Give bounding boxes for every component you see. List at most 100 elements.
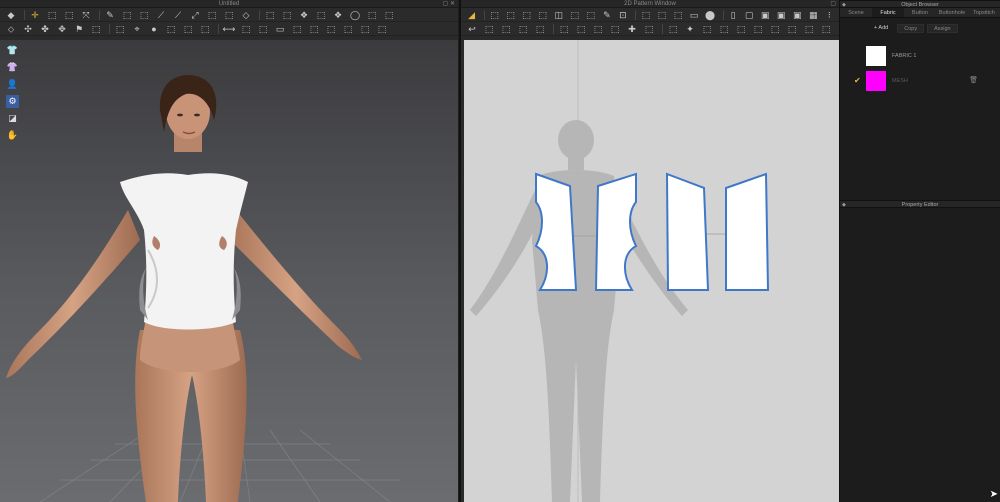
2d-row1-tool-3-icon[interactable]: ⬚ xyxy=(504,9,517,21)
3d-row2-tool-19-icon[interactable]: ⬚ xyxy=(324,23,338,35)
2d-row2-tool-2-icon[interactable]: ⬚ xyxy=(482,23,496,35)
2d-window-controls[interactable]: ▢ xyxy=(830,0,836,8)
3d-row2-tool-17-icon[interactable]: ⬚ xyxy=(290,23,304,35)
3d-window-controls[interactable]: ▢ ✕ xyxy=(443,0,455,8)
3d-row2-tool-21-icon[interactable]: ⬚ xyxy=(358,23,372,35)
2d-row2-tool-13-icon[interactable]: ✦ xyxy=(683,23,697,35)
2d-row2-tool-19-icon[interactable]: ⬚ xyxy=(785,23,799,35)
3d-row2-tool-4-icon[interactable]: ✥ xyxy=(55,23,69,35)
2d-row2-tool-3-icon[interactable]: ⬚ xyxy=(499,23,513,35)
avatar-tool-1-icon[interactable]: 👕 xyxy=(6,44,19,57)
2d-row2-tool-20-icon[interactable]: ⬚ xyxy=(802,23,816,35)
2d-row1-tool-14-icon[interactable]: ▭ xyxy=(687,9,700,21)
3d-row2-tool-11-icon[interactable]: ⬚ xyxy=(181,23,195,35)
2d-row2-tool-14-icon[interactable]: ⬚ xyxy=(700,23,714,35)
pattern-piece-back-right[interactable] xyxy=(725,172,770,291)
3d-row1-tool-19-icon[interactable]: ❖ xyxy=(331,9,345,21)
copy-fabric-button[interactable]: Copy xyxy=(897,24,925,33)
fabric-swatch[interactable] xyxy=(866,46,886,66)
2d-row1-tool-8-icon[interactable]: ⬚ xyxy=(584,9,597,21)
2d-row1-tool-11-icon[interactable]: ⬚ xyxy=(639,9,652,21)
3d-row1-tool-5-icon[interactable]: ⤧ xyxy=(79,9,93,21)
2d-row1-tool-1-icon[interactable]: ◢ xyxy=(465,9,478,21)
3d-row1-tool-22-icon[interactable]: ⬚ xyxy=(382,9,396,21)
3d-row1-tool-16-icon[interactable]: ⬚ xyxy=(280,9,294,21)
avatar-tool-4-icon[interactable]: ⚙ xyxy=(6,95,19,108)
3d-row1-tool-1-icon[interactable]: ◆ xyxy=(4,9,18,21)
2d-row1-tool-13-icon[interactable]: ⬚ xyxy=(671,9,684,21)
3d-row2-tool-15-icon[interactable]: ⬚ xyxy=(256,23,270,35)
3d-row1-tool-17-icon[interactable]: ❖ xyxy=(297,9,311,21)
3d-row2-tool-9-icon[interactable]: ● xyxy=(147,23,161,35)
2d-row1-tool-17-icon[interactable]: ▢ xyxy=(743,9,756,21)
3d-row2-tool-1-icon[interactable]: ⬦ xyxy=(4,23,18,35)
2d-row2-tool-6-icon[interactable]: ⬚ xyxy=(557,23,571,35)
add-fabric-button[interactable]: + Add xyxy=(868,24,894,33)
3d-row2-tool-10-icon[interactable]: ⬚ xyxy=(164,23,178,35)
2d-row1-tool-21-icon[interactable]: ▦ xyxy=(807,9,820,21)
3d-row1-tool-21-icon[interactable]: ⬚ xyxy=(365,9,379,21)
2d-row2-tool-9-icon[interactable]: ⬚ xyxy=(608,23,622,35)
2d-row2-tool-7-icon[interactable]: ⬚ xyxy=(574,23,588,35)
2d-row2-tool-10-icon[interactable]: ✚ xyxy=(625,23,639,35)
2d-row1-tool-12-icon[interactable]: ⬚ xyxy=(655,9,668,21)
2d-row1-tool-6-icon[interactable]: ◫ xyxy=(552,9,565,21)
2d-row2-tool-17-icon[interactable]: ⬚ xyxy=(751,23,765,35)
2d-row2-tool-15-icon[interactable]: ⬚ xyxy=(717,23,731,35)
2d-row2-tool-4-icon[interactable]: ⬚ xyxy=(516,23,530,35)
2d-row1-tool-5-icon[interactable]: ⬚ xyxy=(536,9,549,21)
tab-buttonhole[interactable]: Buttonhole xyxy=(936,8,968,17)
3d-row2-tool-14-icon[interactable]: ⬚ xyxy=(239,23,253,35)
3d-row2-tool-20-icon[interactable]: ⬚ xyxy=(341,23,355,35)
tab-fabric[interactable]: Fabric xyxy=(872,8,904,17)
3d-row2-tool-18-icon[interactable]: ⬚ xyxy=(307,23,321,35)
2d-row2-tool-11-icon[interactable]: ⬚ xyxy=(642,23,656,35)
2d-row1-tool-22-icon[interactable]: ⁝ xyxy=(823,9,836,21)
3d-row2-tool-6-icon[interactable]: ⬚ xyxy=(89,23,103,35)
2d-row2-tool-12-icon[interactable]: ⬚ xyxy=(666,23,680,35)
tab-topstitch[interactable]: Topstitch xyxy=(968,8,1000,17)
2d-row1-tool-19-icon[interactable]: ▣ xyxy=(775,9,788,21)
trash-icon[interactable]: 🗑 xyxy=(969,76,978,84)
2d-row2-tool-5-icon[interactable]: ⬚ xyxy=(533,23,547,35)
3d-row1-tool-11-icon[interactable]: ⤢ xyxy=(188,9,202,21)
2d-row1-tool-2-icon[interactable]: ⬚ xyxy=(488,9,501,21)
3d-row2-tool-5-icon[interactable]: ⚑ xyxy=(72,23,86,35)
2d-row2-tool-21-icon[interactable]: ⬚ xyxy=(819,23,833,35)
3d-row1-tool-15-icon[interactable]: ⬚ xyxy=(263,9,277,21)
3d-row2-tool-2-icon[interactable]: ✣ xyxy=(21,23,35,35)
2d-row1-tool-7-icon[interactable]: ⬚ xyxy=(568,9,581,21)
2d-row2-tool-8-icon[interactable]: ⬚ xyxy=(591,23,605,35)
3d-row1-tool-3-icon[interactable]: ⬚ xyxy=(45,9,59,21)
3d-row1-tool-4-icon[interactable]: ⬚ xyxy=(62,9,76,21)
fabric-item[interactable]: FABRIC 1 xyxy=(840,46,1000,69)
3d-row2-tool-3-icon[interactable]: ✤ xyxy=(38,23,52,35)
3d-row1-tool-2-icon[interactable]: ✛ xyxy=(28,9,42,21)
3d-row1-tool-18-icon[interactable]: ⬚ xyxy=(314,9,328,21)
2d-row2-tool-1-icon[interactable]: ↩ xyxy=(465,23,479,35)
3d-row1-tool-20-icon[interactable]: ◯ xyxy=(348,9,362,21)
2d-row1-tool-18-icon[interactable]: ▣ xyxy=(759,9,772,21)
2d-row1-tool-16-icon[interactable]: ▯ xyxy=(727,9,740,21)
3d-row2-tool-7-icon[interactable]: ⬚ xyxy=(113,23,127,35)
pattern-piece-back-left[interactable] xyxy=(665,172,710,291)
avatar-tool-2-icon[interactable]: 👚 xyxy=(6,61,19,74)
2d-row1-tool-20-icon[interactable]: ▣ xyxy=(791,9,804,21)
fabric-item[interactable]: MESH ✔ 🗑 xyxy=(840,71,1000,94)
3d-row1-tool-13-icon[interactable]: ⬚ xyxy=(222,9,236,21)
avatar-tool-3-icon[interactable]: 👤 xyxy=(6,78,19,91)
2d-row1-tool-9-icon[interactable]: ✎ xyxy=(600,9,613,21)
3d-row2-tool-8-icon[interactable]: ⌖ xyxy=(130,23,144,35)
2d-row2-tool-16-icon[interactable]: ⬚ xyxy=(734,23,748,35)
pattern-board[interactable] xyxy=(464,40,839,502)
2d-row1-tool-15-icon[interactable]: ⬤ xyxy=(704,9,717,21)
3d-row2-tool-12-icon[interactable]: ⬚ xyxy=(198,23,212,35)
3d-row1-tool-8-icon[interactable]: ⬚ xyxy=(137,9,151,21)
3d-row1-tool-12-icon[interactable]: ⬚ xyxy=(205,9,219,21)
pattern-piece-front-right[interactable] xyxy=(594,172,638,291)
3d-row1-tool-14-icon[interactable]: ◇ xyxy=(239,9,253,21)
assign-fabric-button[interactable]: Assign xyxy=(927,24,958,33)
tab-scene[interactable]: Scene xyxy=(840,8,872,17)
3d-row1-tool-7-icon[interactable]: ⬚ xyxy=(120,9,134,21)
3d-row2-tool-13-icon[interactable]: ⟷ xyxy=(222,23,236,35)
